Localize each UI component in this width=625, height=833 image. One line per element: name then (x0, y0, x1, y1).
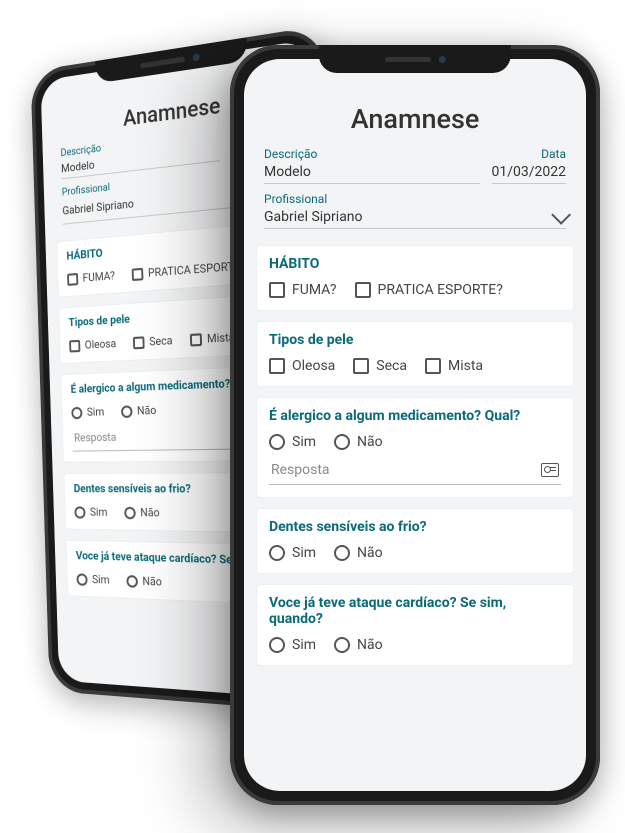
radio-icon (269, 545, 285, 561)
card-title-habito: HÁBITO (269, 256, 561, 272)
radio-icon (269, 637, 285, 653)
card-pele: Tipos de pele Oleosa Seca Mista (256, 321, 574, 387)
checkbox-icon (355, 282, 371, 298)
radio-label: Não (357, 545, 383, 561)
checkbox-seca[interactable]: Seca (353, 358, 407, 374)
card-habito: HÁBITO FUMA? PRATICA ESPORTE? (256, 245, 574, 311)
radio-alergia-nao[interactable]: Não (334, 434, 383, 450)
checkbox-mista[interactable]: Mista (190, 330, 235, 346)
card-cardiaco: Voce já teve ataque cardíaco? Se sim, qu… (256, 584, 574, 666)
card-title-alergia: É alergico a algum medicamento? Qual? (269, 408, 561, 424)
radio-icon (269, 434, 285, 450)
checkbox-oleosa[interactable]: Oleosa (269, 358, 335, 374)
checkbox-esporte[interactable]: PRATICA ESPORTE? (132, 259, 246, 281)
card-title-pele: Tipos de pele (269, 332, 561, 348)
checkbox-icon (425, 358, 441, 374)
page-title: Anamnese (250, 103, 580, 135)
radio-dentes-sim[interactable]: Sim (269, 545, 316, 561)
radio-cardiaco-sim[interactable]: Sim (76, 572, 109, 586)
card-dentes: Dentes sensíveis ao frio? Sim Não (256, 508, 574, 574)
checkbox-label: Mista (448, 358, 483, 374)
input-data[interactable]: 01/03/2022 (492, 161, 567, 184)
radio-alergia-sim[interactable]: Sim (269, 434, 316, 450)
checkbox-label: Seca (376, 358, 407, 374)
checkbox-fuma[interactable]: FUMA? (269, 282, 337, 298)
input-descricao[interactable]: Modelo (264, 161, 480, 184)
radio-label: Sim (292, 434, 316, 450)
radio-icon (334, 434, 350, 450)
checkbox-label: FUMA? (292, 282, 337, 298)
radio-label: Sim (292, 637, 316, 653)
radio-cardiaco-sim[interactable]: Sim (269, 637, 316, 653)
radio-dentes-sim[interactable]: Sim (74, 505, 107, 519)
radio-alergia-sim[interactable]: Sim (71, 405, 104, 419)
select-profissional[interactable]: Gabriel Sipriano (264, 206, 566, 229)
placeholder-text: Resposta (271, 462, 330, 478)
card-alergia: É alergico a algum medicamento? Qual? Si… (256, 397, 574, 498)
device-frame: Anamnese Descrição Modelo Data 01/03/202… (230, 45, 600, 805)
card-title-cardiaco: Voce já teve ataque cardíaco? Se sim, qu… (269, 595, 561, 627)
checkbox-icon (269, 282, 285, 298)
radio-dentes-nao[interactable]: Não (334, 545, 383, 561)
checkbox-seca[interactable]: Seca (133, 334, 173, 350)
checkbox-oleosa[interactable]: Oleosa (69, 337, 116, 353)
radio-label: Não (357, 434, 383, 450)
radio-alergia-nao[interactable]: Não (121, 404, 157, 418)
input-resposta-alergia[interactable]: Resposta (269, 462, 561, 485)
radio-icon (334, 545, 350, 561)
radio-cardiaco-nao[interactable]: Não (126, 574, 162, 589)
checkbox-esporte[interactable]: PRATICA ESPORTE? (355, 282, 503, 298)
checkbox-label: PRATICA ESPORTE? (378, 282, 503, 298)
label-profissional: Profissional (264, 192, 566, 206)
label-descricao: Descrição (264, 147, 480, 161)
checkbox-icon (353, 358, 369, 374)
device-screen: Anamnese Descrição Modelo Data 01/03/202… (244, 59, 586, 791)
checkbox-icon (269, 358, 285, 374)
radio-cardiaco-nao[interactable]: Não (334, 637, 383, 653)
device-notch (319, 45, 511, 73)
checkbox-fuma[interactable]: FUMA? (67, 269, 115, 286)
chevron-down-icon (551, 205, 571, 225)
radio-label: Não (357, 637, 383, 653)
select-profissional-value: Gabriel Sipriano (264, 209, 363, 225)
label-data: Data (492, 147, 567, 161)
radio-dentes-nao[interactable]: Não (124, 506, 160, 520)
radio-icon (334, 637, 350, 653)
checkbox-label: Oleosa (292, 358, 335, 374)
checkbox-mista[interactable]: Mista (425, 358, 483, 374)
card-title-dentes: Dentes sensíveis ao frio? (269, 519, 561, 535)
radio-label: Sim (292, 545, 316, 561)
id-card-icon (541, 463, 559, 477)
phone-mockup-front: Anamnese Descrição Modelo Data 01/03/202… (230, 45, 600, 805)
